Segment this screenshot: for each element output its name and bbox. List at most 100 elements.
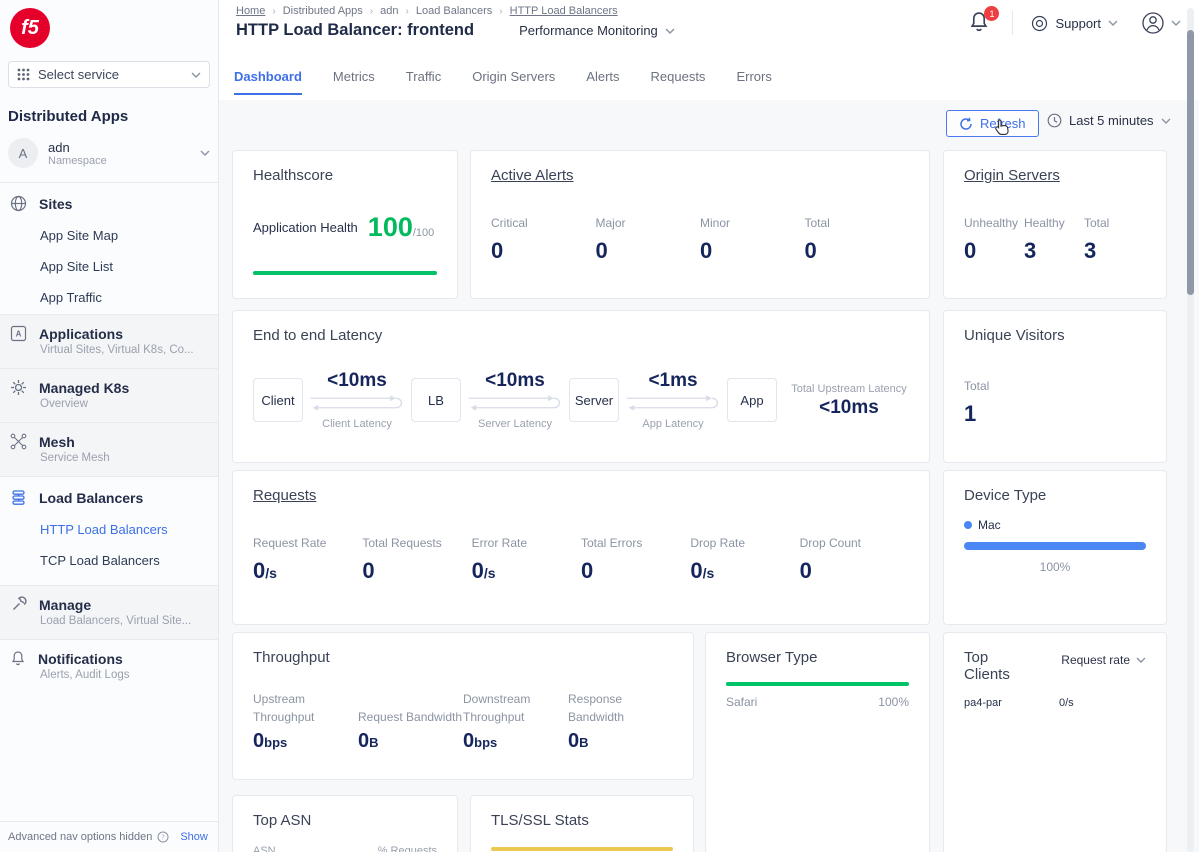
metric-major: Major 0 — [596, 216, 701, 264]
breadcrumb-separator: › — [499, 6, 502, 17]
requests-link[interactable]: Requests — [253, 487, 909, 504]
latency-total: Total Upstream Latency <10ms — [789, 381, 909, 420]
wrench-icon — [10, 596, 27, 613]
sidebar-item-subtitle: Load Balancers, Virtual Site... — [40, 615, 208, 627]
active-alerts-card: Active Alerts Critical 0 Major 0 Minor 0 — [470, 150, 930, 299]
namespace-selector[interactable]: A adn Namespace — [8, 138, 210, 182]
cycle-arrow-icon — [621, 393, 725, 413]
sidebar-item-applications[interactable]: A Applications Virtual Sites, Virtual K8… — [0, 315, 218, 368]
latency-hop-server: <10ms Server Latency — [461, 370, 569, 430]
breadcrumb-http-load-balancers[interactable]: HTTP Load Balancers — [510, 5, 618, 17]
browser-type-bar — [726, 682, 909, 686]
cycle-arrow-icon — [463, 393, 567, 413]
breadcrumb: Home › Distributed Apps › adn › Load Bal… — [236, 5, 618, 17]
latency-node-client: Client — [253, 378, 303, 422]
card-title: Healthscore — [253, 167, 437, 184]
info-icon[interactable]: ? — [157, 831, 169, 843]
tab-metrics[interactable]: Metrics — [333, 69, 375, 93]
select-service-dropdown[interactable]: Select service — [8, 61, 210, 88]
sidebar-item-subtitle: Virtual Sites, Virtual K8s, Co... — [40, 344, 208, 356]
support-label: Support — [1055, 16, 1101, 31]
chevron-down-icon — [665, 28, 675, 34]
load-balancer-icon — [10, 489, 27, 506]
notifications-bell-button[interactable]: 1 — [968, 10, 994, 36]
divider — [1012, 11, 1013, 35]
breadcrumb-home[interactable]: Home — [236, 5, 265, 17]
cycle-arrow-icon — [305, 393, 409, 413]
metric-critical: Critical 0 — [491, 216, 596, 264]
support-menu[interactable]: Support — [1031, 15, 1118, 32]
sidebar-item-app-site-map[interactable]: App Site Map — [40, 228, 208, 243]
metric-downstream-throughput: Downstream Throughput 0bps — [463, 690, 568, 753]
top-clients-sort-dropdown[interactable]: Request rate — [1061, 653, 1146, 667]
requests-card: Requests Request Rate 0/s Total Requests… — [232, 470, 930, 625]
top-asn-card: Top ASN ASN % Requests — [232, 795, 458, 852]
breadcrumb-separator: › — [272, 6, 275, 17]
card-title: End to end Latency — [253, 327, 909, 344]
tab-origin-servers[interactable]: Origin Servers — [472, 69, 555, 93]
sidebar-section-title: Distributed Apps — [8, 108, 218, 125]
monitoring-dropdown[interactable]: Performance Monitoring — [519, 23, 675, 38]
tab-traffic[interactable]: Traffic — [406, 69, 441, 93]
origin-servers-link[interactable]: Origin Servers — [964, 167, 1146, 184]
active-alerts-link[interactable]: Active Alerts — [491, 167, 909, 184]
metric-request-bandwidth: Request Bandwidth 0B — [358, 708, 463, 753]
card-title: Top Clients — [964, 649, 1034, 683]
scrollbar-thumb[interactable] — [1187, 30, 1194, 295]
chevron-down-icon — [1136, 657, 1146, 663]
sidebar-item-app-site-list[interactable]: App Site List — [40, 259, 208, 274]
tab-requests[interactable]: Requests — [651, 69, 706, 93]
bell-icon — [10, 650, 26, 667]
refresh-label: Refresh — [980, 116, 1026, 131]
requests-column-header: % Requests — [378, 845, 437, 852]
app-root: f5 Select service Distributed Apps A adn… — [0, 0, 1199, 852]
sidebar-item-managed-k8s[interactable]: Managed K8s Overview — [0, 369, 218, 422]
origin-servers-card: Origin Servers Unhealthy 0 Healthy 3 Tot… — [943, 150, 1167, 299]
metric-healthy: Healthy 3 — [1024, 216, 1084, 264]
svg-text:?: ? — [162, 834, 165, 842]
sidebar-item-subtitle: Overview — [40, 398, 208, 410]
breadcrumb-adn[interactable]: adn — [380, 5, 398, 17]
tab-alerts[interactable]: Alerts — [586, 69, 619, 93]
refresh-button[interactable]: Refresh — [946, 110, 1039, 137]
tab-errors[interactable]: Errors — [736, 69, 771, 93]
sidebar-item-load-balancers[interactable]: Load Balancers — [10, 489, 208, 506]
chevron-down-icon — [200, 150, 210, 156]
breadcrumb-distributed-apps[interactable]: Distributed Apps — [283, 5, 363, 17]
browser-percent: 100% — [878, 695, 909, 709]
tab-dashboard[interactable]: Dashboard — [234, 69, 302, 95]
sidebar-item-label: Manage — [39, 597, 91, 613]
account-menu[interactable] — [1140, 10, 1181, 36]
globe-icon — [10, 195, 27, 212]
sidebar-item-notifications[interactable]: Notifications Alerts, Audit Logs — [0, 640, 218, 693]
latency-hop-client: <10ms Client Latency — [303, 370, 411, 430]
main-area: Home › Distributed Apps › adn › Load Bal… — [219, 0, 1199, 852]
sidebar-item-http-load-balancers[interactable]: HTTP Load Balancers — [40, 522, 208, 537]
app-window-icon: A — [10, 325, 27, 342]
sidebar-item-label: Applications — [39, 326, 123, 342]
sidebar-item-manage[interactable]: Manage Load Balancers, Virtual Site... — [0, 586, 218, 639]
healthscore-card: Healthscore Application Health 100/100 — [232, 150, 458, 299]
select-service-label: Select service — [38, 67, 119, 82]
card-title: TLS/SSL Stats — [491, 812, 673, 829]
client-name: pa4-par — [964, 697, 1059, 709]
chevron-down-icon — [191, 72, 201, 78]
browser-type-card: Browser Type Safari 100% — [705, 632, 930, 852]
metric-minor: Minor 0 — [700, 216, 805, 264]
sidebar-item-mesh[interactable]: Mesh Service Mesh — [0, 423, 218, 476]
sidebar-item-sites[interactable]: Sites — [10, 195, 208, 212]
time-range-dropdown[interactable]: Last 5 minutes — [1047, 113, 1171, 128]
sidebar-item-subtitle: Service Mesh — [40, 452, 208, 464]
card-title: Device Type — [964, 487, 1146, 504]
sidebar-item-app-traffic[interactable]: App Traffic — [40, 290, 208, 305]
breadcrumb-load-balancers[interactable]: Load Balancers — [416, 5, 492, 17]
sidebar-item-tcp-load-balancers[interactable]: TCP Load Balancers — [40, 553, 208, 568]
card-title: Top ASN — [253, 812, 437, 829]
device-type-percent: 100% — [964, 560, 1146, 574]
unique-visitors-value: 1 — [964, 401, 1146, 427]
latency-node-lb: LB — [411, 378, 461, 422]
client-value: 0/s — [1059, 697, 1074, 709]
gear-icon — [10, 379, 27, 396]
show-advanced-nav-link[interactable]: Show — [180, 831, 208, 843]
metric-total: Total 3 — [1084, 216, 1144, 264]
